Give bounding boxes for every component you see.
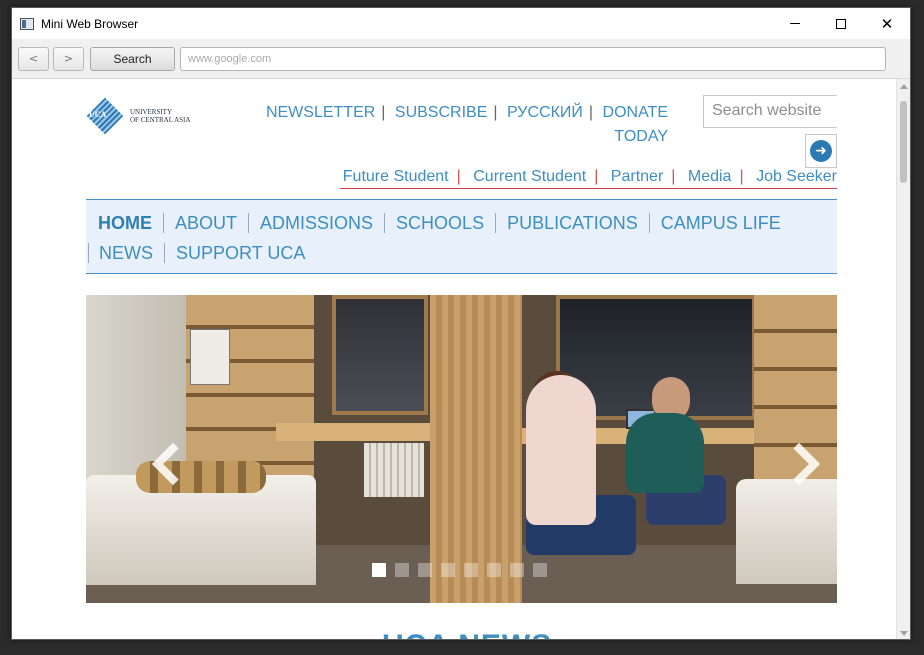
maximize-icon [836, 18, 846, 29]
top-links: NEWSLETTER | SUBSCRIBE | РУССКИЙ | DONATE T… [265, 104, 668, 145]
slider-dot[interactable] [441, 563, 455, 577]
hero-slider [86, 295, 837, 603]
nav-schools[interactable]: SCHOOLS [384, 213, 495, 233]
slider-dot[interactable] [510, 563, 524, 577]
slider-dot[interactable] [372, 563, 386, 577]
scroll-up-icon[interactable] [900, 84, 908, 89]
logo-text-line2: OF CENTRAL ASIA [130, 116, 191, 124]
nav-about[interactable]: ABOUT [163, 213, 248, 233]
slider-dot[interactable] [487, 563, 501, 577]
logo-abbr: UCA [89, 110, 107, 119]
scroll-thumb[interactable] [900, 101, 907, 183]
nav-publications[interactable]: PUBLICATIONS [495, 213, 649, 233]
uca-logo[interactable]: UCA UNIVERSITY OF CENTRAL ASIA [86, 97, 190, 135]
app-icon [20, 17, 34, 30]
arrow-right-icon: ➜ [810, 140, 832, 162]
web-viewport: UCA UNIVERSITY OF CENTRAL ASIA NEWSLETTE… [12, 79, 898, 639]
logo-text: UNIVERSITY OF CENTRAL ASIA [130, 108, 190, 124]
nav-news[interactable]: NEWS [88, 243, 164, 263]
browser-toolbar: < > Search www.google.com [12, 39, 910, 79]
donate-link[interactable]: DONATE TODAY [603, 104, 668, 145]
close-icon: ✕ [880, 14, 894, 33]
nav-home[interactable]: HOME [88, 213, 163, 233]
close-button[interactable]: ✕ [864, 8, 910, 39]
audience-link-current-student[interactable]: Current Student [473, 168, 586, 185]
subscribe-link[interactable]: SUBSCRIBE [395, 104, 487, 121]
forward-button[interactable]: > [53, 46, 84, 71]
logo-diamond-icon: UCA [86, 97, 124, 135]
slider-dot[interactable] [418, 563, 432, 577]
browser-window: Mini Web Browser ✕ < > Search www.google… [11, 7, 911, 640]
maximize-button[interactable] [818, 8, 864, 39]
minimize-icon [790, 23, 800, 24]
minimize-button[interactable] [772, 8, 818, 39]
section-heading-news: UCA NEWS [382, 629, 552, 639]
site-search-input[interactable]: Search website [703, 95, 837, 128]
main-navigation: HOME ABOUT ADMISSIONS SCHOOLS PUBLICATIO… [86, 199, 837, 274]
slider-dot[interactable] [533, 563, 547, 577]
audience-link-job-seeker[interactable]: Job Seeker [756, 168, 837, 185]
audience-link-future-student[interactable]: Future Student [343, 168, 449, 185]
title-bar: Mini Web Browser ✕ [12, 8, 910, 39]
slider-prev-button[interactable] [146, 435, 195, 495]
slider-next-button[interactable] [777, 435, 826, 495]
nav-campus-life[interactable]: CAMPUS LIFE [648, 213, 792, 233]
scroll-down-icon[interactable] [900, 631, 908, 636]
window-title: Mini Web Browser [41, 16, 139, 31]
nav-admissions[interactable]: ADMISSIONS [248, 213, 384, 233]
audience-links: Future Student | Current Student | Partner… [340, 168, 837, 189]
slider-dot[interactable] [464, 563, 478, 577]
russian-link[interactable]: РУССКИЙ [507, 104, 583, 121]
slider-dot[interactable] [395, 563, 409, 577]
back-button[interactable]: < [18, 46, 49, 71]
vertical-scrollbar[interactable] [896, 79, 910, 639]
logo-text-line1: UNIVERSITY [130, 108, 172, 116]
slider-dots [372, 563, 556, 577]
audience-link-media[interactable]: Media [688, 168, 732, 185]
site-search-button[interactable]: ➜ [805, 134, 837, 168]
url-input[interactable]: www.google.com [180, 46, 886, 71]
search-button[interactable]: Search [90, 46, 175, 71]
nav-support-uca[interactable]: SUPPORT UCA [164, 243, 316, 263]
newsletter-link[interactable]: NEWSLETTER [266, 104, 375, 121]
audience-link-partner[interactable]: Partner [611, 168, 663, 185]
